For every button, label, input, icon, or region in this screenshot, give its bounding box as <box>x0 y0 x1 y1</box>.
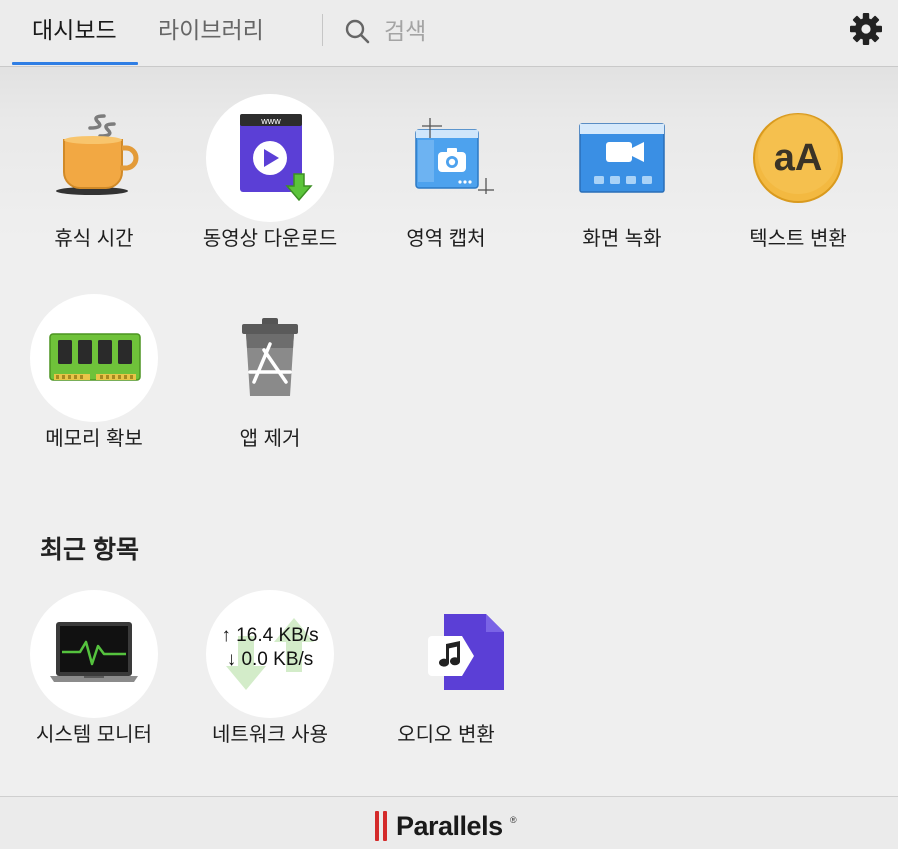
tool-icon-container: aA <box>734 94 862 222</box>
tab-dashboard[interactable]: 대시보드 <box>32 0 117 66</box>
tool-label: 휴식 시간 <box>54 228 134 250</box>
recent-section-title: 최근 항목 <box>40 536 139 564</box>
top-bar: 대시보드 라이브러리 <box>0 0 898 67</box>
tool-icon-container <box>558 94 686 222</box>
tool-icon-container: ↑ 16.4 KB/s ↓ 0.0 KB/s <box>206 590 334 718</box>
tool-video-download[interactable]: www 동영상 다운로드 <box>182 94 358 274</box>
coffee-cup-icon <box>56 114 139 195</box>
search-input[interactable] <box>382 12 646 50</box>
recent-audio-convert[interactable]: 오디오 변환 <box>358 590 534 770</box>
tool-icon-container <box>30 590 158 718</box>
tool-label: 화면 녹화 <box>582 228 662 250</box>
tool-label: 오디오 변환 <box>397 724 495 746</box>
system-monitor-icon <box>50 622 138 682</box>
screen-record-icon <box>579 123 665 193</box>
parallels-bars-icon <box>375 811 387 841</box>
upload-rate: ↑ 16.4 KB/s <box>221 625 319 646</box>
video-download-icon: www <box>240 114 313 202</box>
registered-mark: ® <box>510 815 517 825</box>
tool-uninstall-app[interactable]: 앱 제거 <box>182 294 358 474</box>
header-divider <box>322 14 323 46</box>
area-capture-icon <box>415 118 494 194</box>
tool-label: 영역 캡처 <box>406 228 486 250</box>
recent-network-usage[interactable]: ↑ 16.4 KB/s ↓ 0.0 KB/s 네트워크 사용 <box>182 590 358 770</box>
tool-icon-container: www <box>206 94 334 222</box>
brand-name: Parallels <box>396 811 503 841</box>
network-rates: ↑ 16.4 KB/s ↓ 0.0 KB/s <box>206 624 334 672</box>
memory-ram-icon <box>49 333 141 381</box>
tab-library[interactable]: 라이브러리 <box>158 0 264 66</box>
tool-free-memory[interactable]: 메모리 확보 <box>6 294 182 474</box>
active-tab-indicator <box>12 62 138 65</box>
tool-icon-container <box>382 590 510 718</box>
tool-label: 시스템 모니터 <box>36 724 152 746</box>
app-trash-icon <box>242 318 298 396</box>
tool-text-convert[interactable]: aA 텍스트 변환 <box>710 94 886 274</box>
tool-label: 동영상 다운로드 <box>202 228 338 250</box>
tool-icon-container <box>382 94 510 222</box>
tool-label: 네트워크 사용 <box>212 724 328 746</box>
tool-icon-container <box>206 294 334 422</box>
search-icon <box>345 19 370 44</box>
tool-screen-record[interactable]: 화면 녹화 <box>534 94 710 274</box>
audio-convert-icon <box>428 614 504 690</box>
tool-area-capture[interactable]: 영역 캡처 <box>358 94 534 274</box>
gear-icon[interactable] <box>849 12 883 46</box>
recent-system-monitor[interactable]: 시스템 모니터 <box>6 590 182 770</box>
tool-break-time[interactable]: 휴식 시간 <box>6 94 182 274</box>
text-convert-glyph: aA <box>774 137 823 179</box>
tool-label: 앱 제거 <box>239 428 301 450</box>
search-box[interactable] <box>344 12 646 50</box>
footer: Parallels ® <box>0 796 898 849</box>
tool-label: 메모리 확보 <box>45 428 143 450</box>
www-text: www <box>260 116 281 126</box>
tool-icon-container <box>30 294 158 422</box>
tool-icon-container <box>30 94 158 222</box>
tool-label: 텍스트 변환 <box>749 228 847 250</box>
text-convert-icon: aA <box>753 113 843 203</box>
download-rate: ↓ 0.0 KB/s <box>226 649 314 670</box>
